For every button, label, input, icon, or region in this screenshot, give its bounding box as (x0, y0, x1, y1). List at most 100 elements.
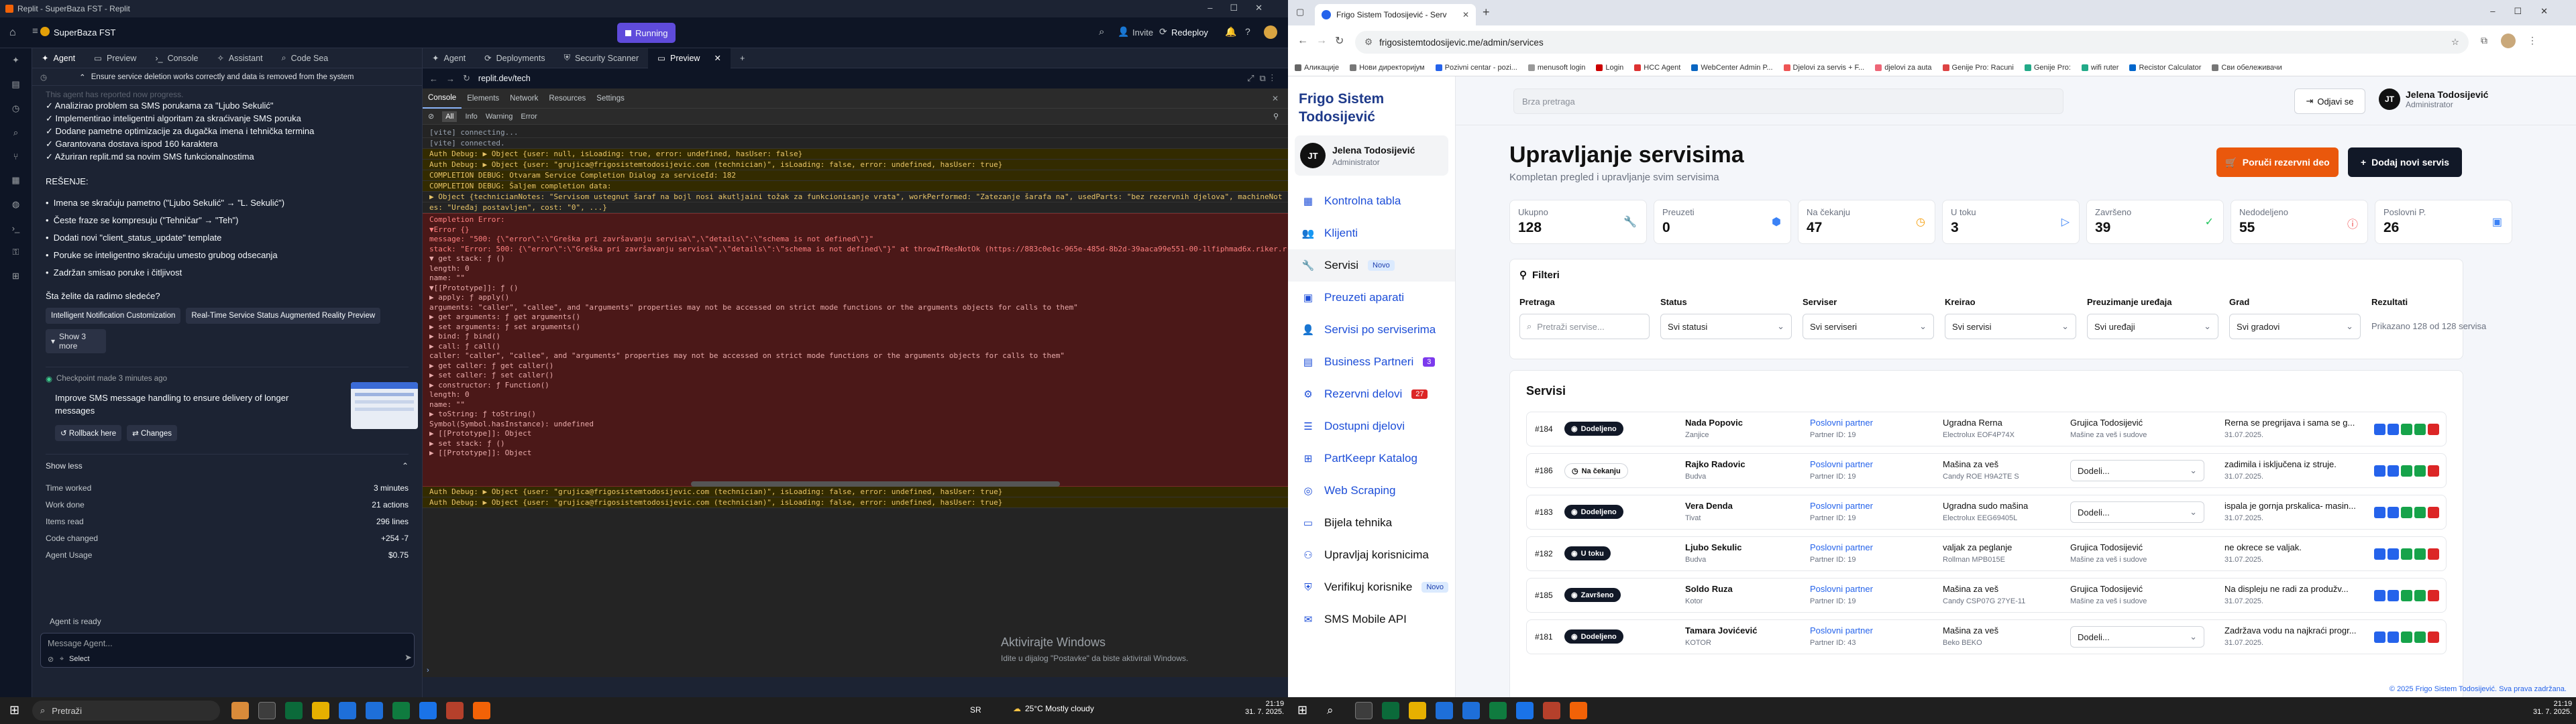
help-icon[interactable]: ? (1245, 26, 1250, 37)
bookmark-star-icon[interactable]: ☆ (2451, 37, 2459, 48)
print-icon[interactable] (2414, 507, 2426, 518)
new-tab-icon[interactable]: + (1483, 5, 1490, 19)
chrome-icon[interactable] (419, 702, 437, 719)
app-icon-2[interactable] (285, 702, 303, 719)
view-icon[interactable] (2374, 590, 2385, 601)
devtools-tab-settings[interactable]: Settings (591, 95, 630, 103)
word-icon-2[interactable] (1462, 702, 1480, 719)
excel-icon-2[interactable] (1489, 702, 1507, 719)
filter-select[interactable]: Svi gradovi ⌄ (2229, 314, 2361, 339)
bookmark-item[interactable]: Genije Pro: (2024, 64, 2071, 72)
sms-icon[interactable] (2401, 424, 2412, 435)
search-icon-2[interactable]: ⌕ (1327, 704, 1334, 717)
logout-button[interactable]: ⇥ Odjavi se (2294, 88, 2365, 114)
weather-widget[interactable]: ☁ 25°C Mostly cloudy (1013, 704, 1094, 713)
devtools-tab-resources[interactable]: Resources (543, 95, 591, 103)
devtools-tab-elements[interactable]: Elements (462, 95, 504, 103)
print-icon[interactable] (2414, 590, 2426, 601)
chrome-menu-icon[interactable]: ⋮ (2528, 35, 2537, 46)
attach-icon[interactable]: ⊘ (48, 655, 54, 664)
table-row[interactable]: #185 ◉ Završeno Soldo Ruza Kotor Poslovni par… (1526, 578, 2447, 613)
level-warning[interactable]: Warning (486, 113, 513, 121)
sidebar-item-servisi[interactable]: 🔧 Servisi Novo (1288, 249, 1455, 282)
delete-icon[interactable] (2428, 631, 2439, 643)
horizontal-scrollbar[interactable] (691, 481, 1060, 487)
tab-security[interactable]: ⛨ Security Scanner (555, 48, 649, 68)
sidebar-item-klijenti[interactable]: 👥 Klijenti (1288, 217, 1455, 249)
close-tab-icon[interactable]: ✕ (1462, 10, 1469, 19)
preview-url[interactable]: replit.dev/tech (478, 74, 531, 83)
sidebar-item-dostupni-djelovi[interactable]: ☰ Dostupni djelovi (1288, 410, 1455, 442)
tab-assistant[interactable]: ✧ Assistant (207, 48, 272, 68)
app-icon-1[interactable] (231, 702, 249, 719)
edit-icon[interactable] (2387, 548, 2399, 560)
checkpoint-thumbnail[interactable] (351, 382, 418, 429)
file-explorer-icon-2[interactable] (1409, 702, 1426, 719)
replit-task-icon-2[interactable] (1570, 702, 1587, 719)
tab-preview[interactable]: ▭ Preview (85, 48, 146, 68)
bookmark-item[interactable]: wifi ruter (2081, 64, 2118, 72)
bookmark-item[interactable]: Сви обележивачи (2212, 64, 2282, 72)
clear-console-icon[interactable]: ⊘ (428, 112, 434, 121)
app-icon-4[interactable] (1382, 702, 1399, 719)
word-icon[interactable] (366, 702, 383, 719)
language-indicator[interactable]: SR (970, 705, 981, 715)
sidebar-item-upravljaj-korisnicima[interactable]: ⚇ Upravljaj korisnicima (1288, 539, 1455, 571)
sms-icon[interactable] (2401, 548, 2412, 560)
close-devtools-icon[interactable]: ✕ (1272, 94, 1279, 103)
sidebar-item-kontrolna-tabla[interactable]: ▦ Kontrolna tabla (1288, 185, 1455, 217)
add-service-button[interactable]: + Dodaj novi servis (2348, 147, 2462, 177)
bookmark-item[interactable]: Djelovi za servis + F... (1783, 64, 1864, 72)
send-icon[interactable]: ➤ (405, 652, 412, 663)
tab-agent[interactable]: ✦ Agent (32, 48, 85, 68)
changes-button[interactable]: ⇄ Changes (127, 425, 178, 441)
stat-card[interactable]: Preuzeti 0 ⬢ (1654, 200, 1791, 244)
redeploy-button[interactable]: Redeploy (1171, 27, 1208, 38)
show-less-button[interactable]: Show less ⌃ (46, 461, 409, 471)
print-icon[interactable] (2414, 631, 2426, 643)
clock-left[interactable]: 21:19 31. 7. 2025. (1245, 700, 1284, 716)
bookmark-item[interactable]: Нови директоријум (1350, 64, 1425, 72)
rollback-button[interactable]: ↺ Rollback here (55, 425, 122, 441)
print-icon[interactable] (2414, 424, 2426, 435)
filter-select[interactable]: Svi serviseri ⌄ (1803, 314, 1934, 339)
level-error[interactable]: Error (521, 113, 537, 121)
bookmark-item[interactable]: Pozivni centar - pozi... (1435, 64, 1517, 72)
agent-banner[interactable]: ◷ ⌃ Ensure service deletion works correc… (32, 68, 422, 86)
table-row[interactable]: #186 ◷ Na čekanju Rajko Radovic Budva Poslovn… (1526, 453, 2447, 488)
tab-console[interactable]: ›_ Console (146, 48, 207, 68)
bookmark-item[interactable]: Login (1596, 64, 1623, 72)
partner-link[interactable]: Poslovni partner (1810, 459, 1873, 469)
home-icon[interactable]: ⌂ (9, 27, 16, 39)
select-icon[interactable]: ⌖ (60, 655, 64, 664)
console-prompt[interactable]: › (427, 666, 429, 674)
run-button[interactable]: Running (617, 23, 676, 43)
brand[interactable]: Frigo Sistem Todosijević (1288, 76, 1455, 126)
invite-button[interactable]: Invite (1132, 27, 1153, 38)
bookmark-item[interactable]: HCC Agent (1634, 64, 1680, 72)
header-user[interactable]: JT Jelena Todosijević Administrator (2379, 88, 2488, 110)
sidebar-item-verifikuj-korisnike[interactable]: ⛨ Verifikuj korisnike Novo (1288, 571, 1455, 603)
table-row[interactable]: #184 ◉ Dodeljeno Nada Popovic Zanjice Poslovn… (1526, 412, 2447, 446)
reload-icon[interactable]: ↻ (463, 73, 470, 84)
table-row[interactable]: #181 ◉ Dodeljeno Tamara Jovićević KOTOR Poslo… (1526, 619, 2447, 654)
filter-select[interactable]: Svi uređaji ⌄ (2087, 314, 2218, 339)
packages-icon[interactable]: ▦ (11, 175, 19, 186)
suggestion-chip[interactable]: Real-Time Service Status Augmented Reali… (186, 308, 381, 324)
database-icon[interactable]: ◍ (12, 199, 19, 210)
search-icon[interactable]: ⌕ (1099, 26, 1104, 38)
delete-icon[interactable] (2428, 507, 2439, 518)
taskbar-search[interactable]: ⌕ Pretraži (32, 701, 220, 721)
replit-task-icon[interactable] (473, 702, 490, 719)
sidebar-item-business-partneri[interactable]: ▤ Business Partneri 3 (1288, 346, 1455, 378)
forward-icon[interactable]: → (1316, 35, 1327, 47)
bookmark-item[interactable]: menusoft login (1527, 64, 1585, 72)
assign-technician-select[interactable]: Dodeli... ⌄ (2070, 626, 2204, 648)
outlook-icon[interactable] (339, 702, 356, 719)
message-input[interactable]: Message Agent... ⊘ ⌖ Select ➤ (40, 633, 415, 668)
chrome-icon-2[interactable] (1516, 702, 1534, 719)
agent-rail-icon[interactable]: ✦ (12, 55, 19, 66)
user-avatar[interactable] (1264, 25, 1277, 39)
stat-card[interactable]: Ukupno 128 🔧 (1509, 200, 1647, 244)
clock-right[interactable]: 21:19 31. 7. 2025. (2533, 700, 2572, 716)
